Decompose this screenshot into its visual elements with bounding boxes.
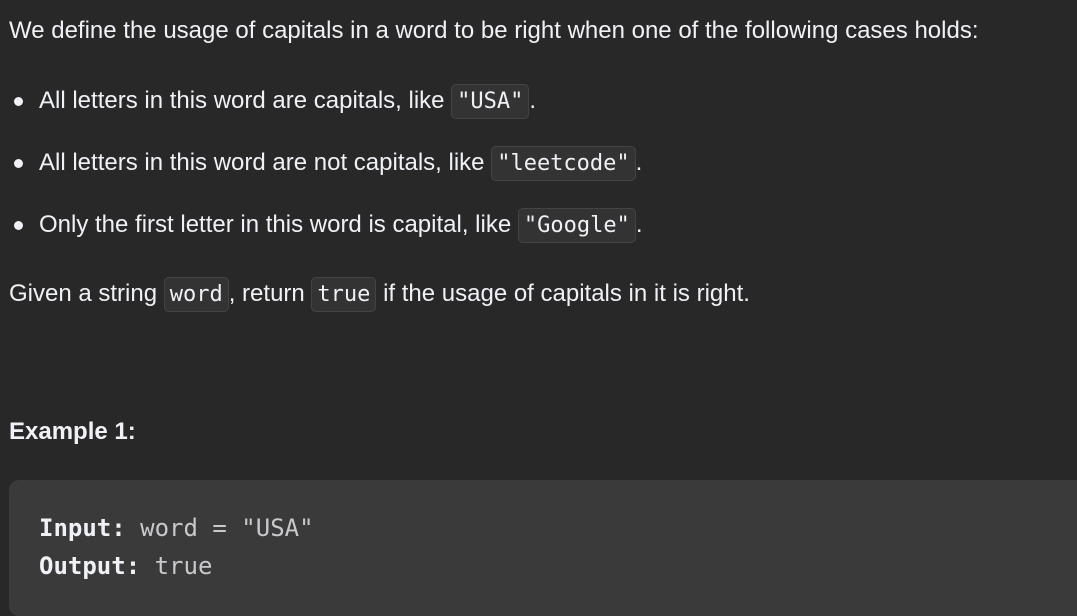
bullet-icon	[14, 221, 23, 230]
input-label: Input:	[39, 514, 126, 542]
given-text: Given a string	[9, 280, 164, 307]
given-statement: Given a string word, return true if the …	[9, 276, 750, 313]
input-value: word = "USA"	[140, 514, 314, 542]
case-text: Only the first letter in this word is ca…	[39, 211, 518, 238]
case-code: "Google"	[517, 208, 636, 243]
output-value: true	[154, 552, 213, 580]
case-period: .	[635, 211, 643, 238]
problem-description: We define the usage of capitals in a wor…	[0, 0, 1077, 616]
bullet-icon	[14, 159, 23, 168]
example-title: Example 1:	[9, 418, 136, 445]
case-code: "USA"	[451, 84, 530, 119]
word-code: word	[163, 277, 229, 312]
case-item: Only the first letter in this word is ca…	[0, 205, 642, 267]
case-text: All letters in this word are not capital…	[39, 149, 492, 176]
output-label: Output:	[39, 552, 141, 580]
example-output-line: Output: true	[39, 547, 212, 585]
intro-text: We define the usage of capitals in a wor…	[9, 17, 979, 44]
case-item: All letters in this word are not capital…	[0, 143, 642, 205]
bullet-icon	[14, 97, 23, 106]
example-input-line: Input: word = "USA"	[39, 509, 314, 547]
case-period: .	[529, 87, 537, 114]
example-block: Input: word = "USA" Output: true	[9, 480, 1077, 616]
given-text: , return	[228, 280, 312, 307]
cases-list: All letters in this word are capitals, l…	[0, 81, 642, 267]
case-period: .	[635, 149, 643, 176]
case-code: "leetcode"	[491, 146, 636, 181]
case-item: All letters in this word are capitals, l…	[0, 81, 642, 143]
true-code: true	[311, 277, 377, 312]
case-text: All letters in this word are capitals, l…	[39, 87, 452, 114]
given-text: if the usage of capitals in it is right.	[376, 280, 750, 307]
